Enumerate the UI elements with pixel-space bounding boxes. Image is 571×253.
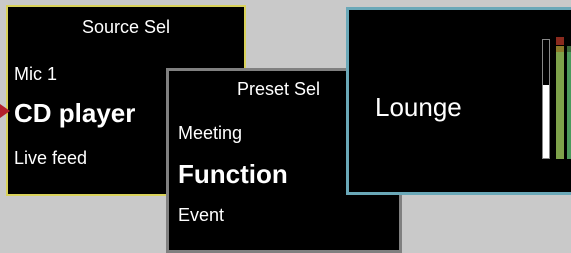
source-option-mic-1[interactable]: Mic 1	[14, 64, 57, 85]
zone-name: Lounge	[375, 92, 462, 122]
peak-indicator-icon	[556, 37, 564, 45]
source-option-cd-player-selected[interactable]: CD player	[14, 98, 135, 129]
warning-indicator-icon	[556, 46, 564, 52]
preset-selector-title: Preset Sel	[237, 79, 321, 99]
preset-option-function-selected[interactable]: Function	[178, 159, 288, 190]
preset-option-meeting[interactable]: Meeting	[178, 123, 242, 144]
preset-option-event[interactable]: Event	[178, 205, 224, 226]
signal-meter-1	[556, 37, 564, 159]
signal-meter-2-fill	[567, 51, 571, 159]
source-option-live-feed[interactable]: Live feed	[14, 148, 87, 169]
selection-pointer-icon	[0, 104, 10, 118]
signal-indicator-icon	[567, 46, 571, 52]
level-meter-fill	[543, 84, 549, 158]
source-selector-title: Source Sel	[81, 17, 171, 37]
signal-meter-1-fill	[556, 51, 564, 159]
level-meter	[542, 39, 550, 159]
signal-meter-2	[567, 37, 571, 159]
zone-panel[interactable]: Lounge	[346, 7, 571, 195]
